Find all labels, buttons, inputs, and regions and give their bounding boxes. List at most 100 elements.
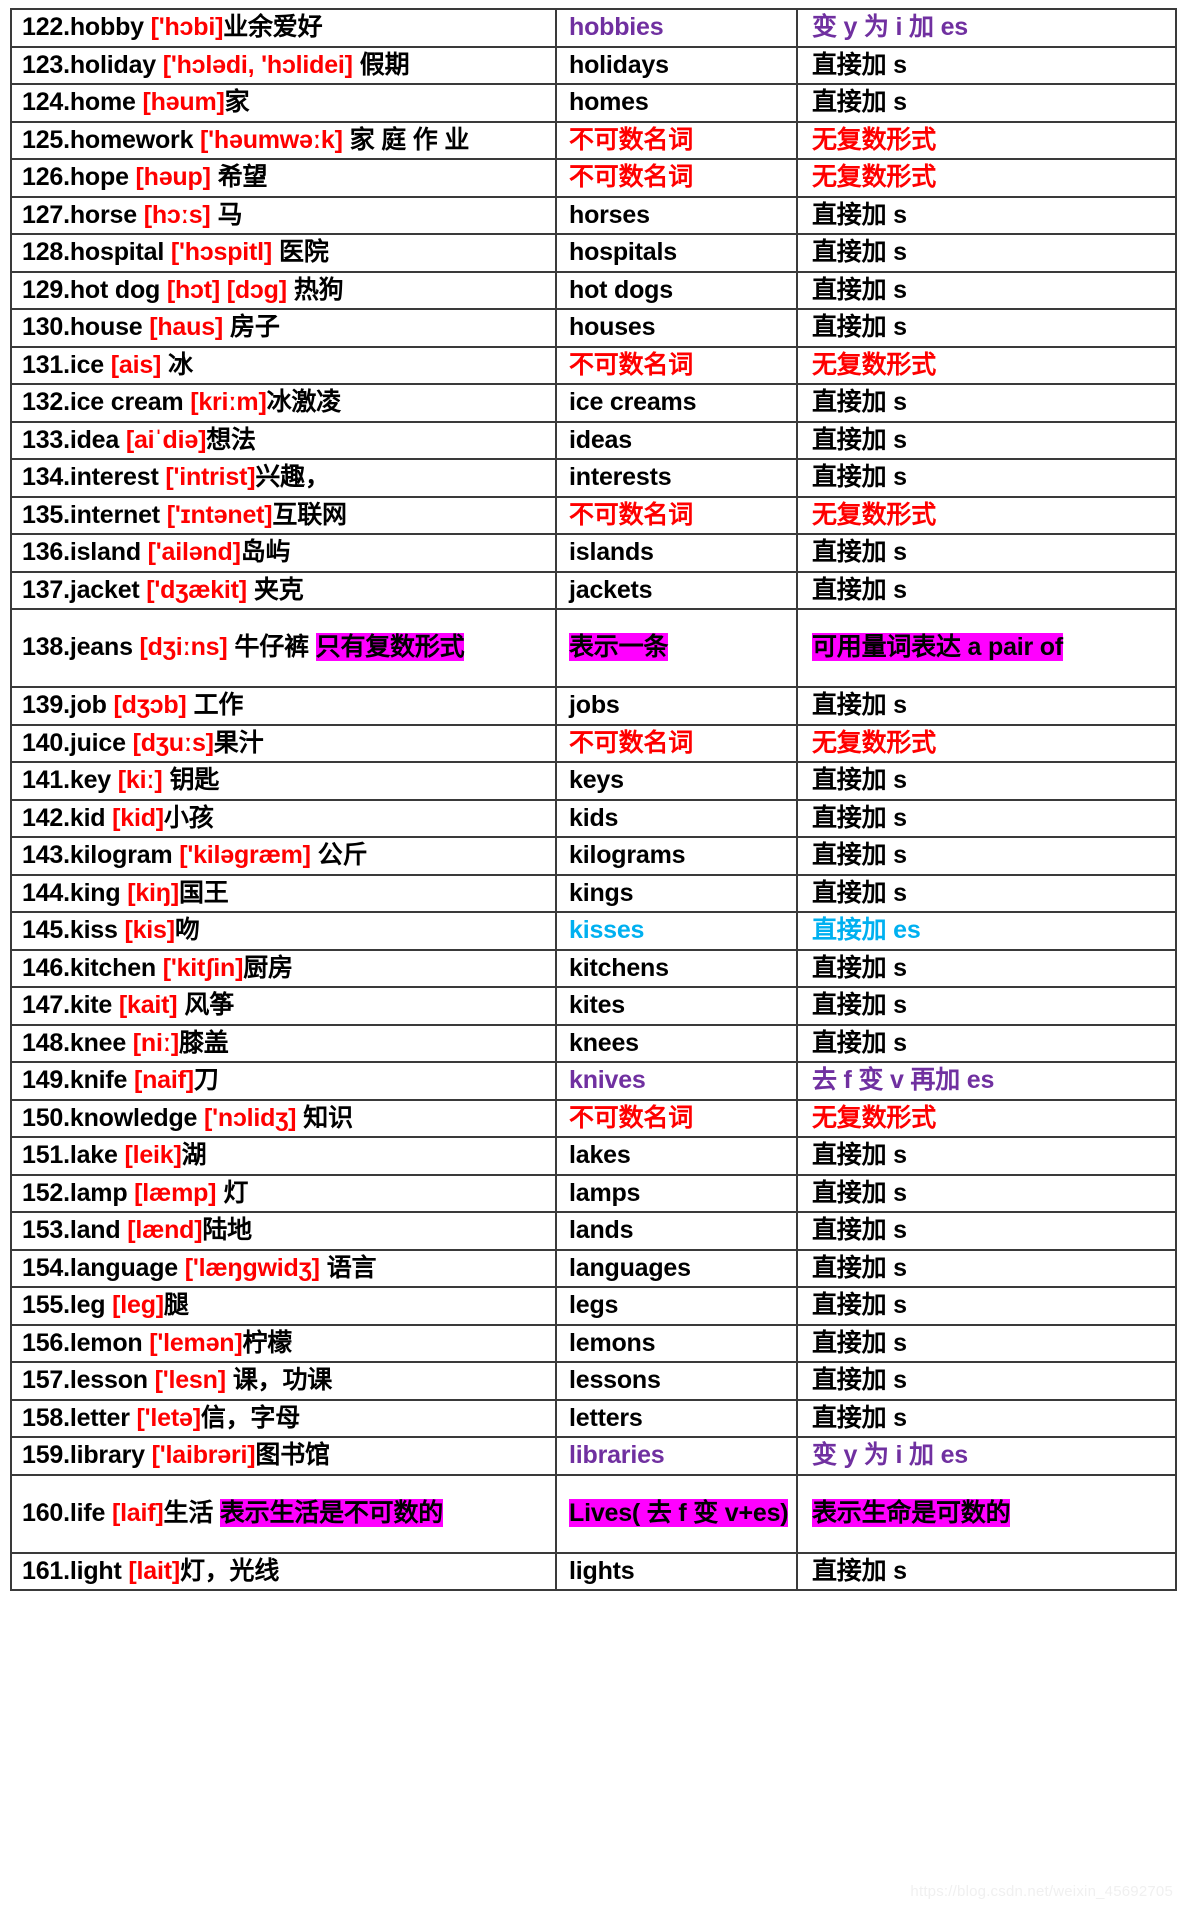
phonetic-transcription: [lænd] xyxy=(127,1216,203,1244)
plural-form-cell: hot dogs xyxy=(555,270,798,310)
word-entry-cell: 156.lemon ['lemən]柠檬 xyxy=(10,1323,557,1363)
entry-number: 133. xyxy=(22,425,70,454)
phonetic-transcription: ['həumwəːk] xyxy=(200,125,343,154)
plural-form: houses xyxy=(569,313,656,341)
word-entry-cell: 154.language ['læŋgwidʒ] 语言 xyxy=(10,1248,557,1288)
plural-form: 不可数名词 xyxy=(569,1103,694,1132)
chinese-meaning: 冰 xyxy=(168,350,193,379)
entry-number: 128. xyxy=(22,238,70,266)
english-word: hobby xyxy=(69,13,144,41)
plural-rule: 直接加 s xyxy=(812,1556,907,1585)
word-entry-cell: 142.kid [kid]小孩 xyxy=(10,798,557,838)
plural-form: 不可数名词 xyxy=(569,125,694,154)
plural-rule: 直接加 s xyxy=(812,275,907,304)
entry-number: 134. xyxy=(22,463,70,491)
plural-form-cell: 不可数名词 xyxy=(555,1098,798,1138)
plural-form-cell: homes xyxy=(555,83,798,123)
phonetic-transcription: [lait] xyxy=(128,1556,180,1585)
chinese-meaning: 膝盖 xyxy=(179,1028,229,1057)
english-word: jacket xyxy=(69,575,140,604)
plural-rule-cell: 表示生命是可数的 xyxy=(796,1473,1177,1554)
plural-rule-cell: 直接加 s xyxy=(796,270,1177,310)
english-word: life xyxy=(69,1498,106,1527)
phonetic-transcription: ['kiləgræm] xyxy=(179,841,311,869)
phonetic-transcription: ['letə] xyxy=(136,1403,201,1432)
table-row: 159.library ['laibrəri]图书馆 libraries 变 y 为… xyxy=(10,1436,1177,1476)
plural-form: lamps xyxy=(569,1178,641,1207)
entry-number: 155. xyxy=(22,1291,70,1319)
english-word: house xyxy=(69,313,143,341)
english-word: lamp xyxy=(69,1178,128,1207)
table-row: 139.job [dʒɔb] 工作 jobs 直接加 s xyxy=(10,686,1177,726)
word-entry-cell: 138.jeans [dʒiːns] 牛仔裤 只有复数形式 xyxy=(10,608,557,688)
highlighted-note: 表示生活是不可数的 xyxy=(219,1498,444,1527)
plural-form-cell: jobs xyxy=(555,686,798,726)
word-entry-cell: 130.house [haus] 房子 xyxy=(10,308,557,348)
plural-rule-cell: 直接加 s xyxy=(796,308,1177,348)
english-word: language xyxy=(69,1253,179,1282)
plural-rule: 直接加 s xyxy=(812,1291,907,1319)
table-row: 122.hobby ['hɔbi]业余爱好 hobbies 变 y 为 i 加 es xyxy=(10,8,1177,48)
plural-rule: 直接加 s xyxy=(812,953,907,982)
chinese-meaning: 互联网 xyxy=(272,500,347,529)
table-row: 147.kite [kait] 风筝 kites 直接加 s xyxy=(10,986,1177,1026)
plural-rule-cell: 直接加 s xyxy=(796,1551,1177,1591)
plural-rule-cell: 直接加 s xyxy=(796,1398,1177,1438)
english-word: job xyxy=(69,691,107,719)
plural-form-cell: kids xyxy=(555,798,798,838)
plural-form-cell: 不可数名词 xyxy=(555,495,798,535)
english-word: lesson xyxy=(69,1366,148,1394)
phonetic-transcription: [niː] xyxy=(132,1028,179,1057)
plural-form: interests xyxy=(569,463,672,491)
entry-number: 126. xyxy=(22,163,70,191)
plural-form-cell: kisses xyxy=(555,911,798,951)
english-word: king xyxy=(69,878,121,907)
plural-form: kilograms xyxy=(569,841,686,869)
table-row: 141.key [kiː] 钥匙 keys 直接加 s xyxy=(10,761,1177,801)
plural-rule: 直接加 s xyxy=(812,1403,907,1432)
phonetic-transcription: [hɔt] [dɔg] xyxy=(166,275,287,304)
plural-form-cell: hobbies xyxy=(555,8,798,48)
plural-form: keys xyxy=(569,766,624,794)
plural-rule-cell: 直接加 s xyxy=(796,1248,1177,1288)
chinese-meaning: 夹克 xyxy=(253,575,304,604)
plural-rule-cell: 直接加 s xyxy=(796,1023,1177,1063)
plural-rule-cell: 无复数形式 xyxy=(796,1098,1177,1138)
english-word: key xyxy=(69,766,111,794)
table-row: 124.home [həum]家 homes 直接加 s xyxy=(10,83,1177,123)
plural-form-cell: knives xyxy=(555,1061,798,1101)
plural-rule: 直接加 s xyxy=(812,991,907,1019)
chinese-meaning: 灯，光线 xyxy=(179,1556,280,1585)
phonetic-transcription: [kid] xyxy=(112,803,164,832)
plural-form-cell: legs xyxy=(555,1286,798,1326)
word-entry-cell: 143.kilogram ['kiləgræm] 公斤 xyxy=(10,836,557,876)
table-row: 140.juice [dʒuːs]果汁 不可数名词 无复数形式 xyxy=(10,723,1177,763)
plural-rule-cell: 直接加 s xyxy=(796,1286,1177,1326)
english-word: ice cream xyxy=(69,388,184,416)
plural-rule-cell: 直接加 s xyxy=(796,83,1177,123)
chinese-meaning: 冰激凌 xyxy=(266,388,342,416)
word-entry-cell: 127.horse [hɔːs] 马 xyxy=(10,195,557,235)
table-row: 125.homework ['həumwəːk] 家 庭 作 业不可数名词 无复数形… xyxy=(10,120,1177,160)
word-entry-cell: 123.holiday ['hɔlədi, 'hɔlidei] 假期 xyxy=(10,45,557,85)
table-row: 123.holiday ['hɔlədi, 'hɔlidei] 假期 holiday… xyxy=(10,45,1177,85)
plural-rule: 变 y 为 i 加 es xyxy=(812,13,968,41)
table-row: 129.hot dog [hɔt] [dɔg] 热狗 hot dogs 直接加 s xyxy=(10,270,1177,310)
entry-number: 122. xyxy=(22,13,70,41)
plural-rule: 直接加 s xyxy=(812,388,907,416)
plural-rule: 去 f 变 v 再加 es xyxy=(812,1066,995,1094)
plural-form: ice creams xyxy=(569,388,697,416)
english-word: kite xyxy=(69,991,113,1019)
entry-number: 138. xyxy=(22,633,70,662)
plural-form: kings xyxy=(569,878,634,907)
chinese-meaning: 钥匙 xyxy=(169,766,220,794)
entry-number: 143. xyxy=(22,841,70,869)
plural-form: 不可数名词 xyxy=(569,350,694,379)
word-entry-cell: 155.leg [leg]腿 xyxy=(10,1286,557,1326)
chinese-meaning: 厨房 xyxy=(243,953,293,982)
plural-rule-cell: 去 f 变 v 再加 es xyxy=(796,1061,1177,1101)
phonetic-transcription: [leik] xyxy=(124,1141,182,1169)
word-entry-cell: 150.knowledge ['nɔlidʒ] 知识 xyxy=(10,1098,557,1138)
plural-rule: 可用量词表达 a pair of xyxy=(812,633,1063,662)
phonetic-transcription: ['hɔspitl] xyxy=(170,238,273,266)
